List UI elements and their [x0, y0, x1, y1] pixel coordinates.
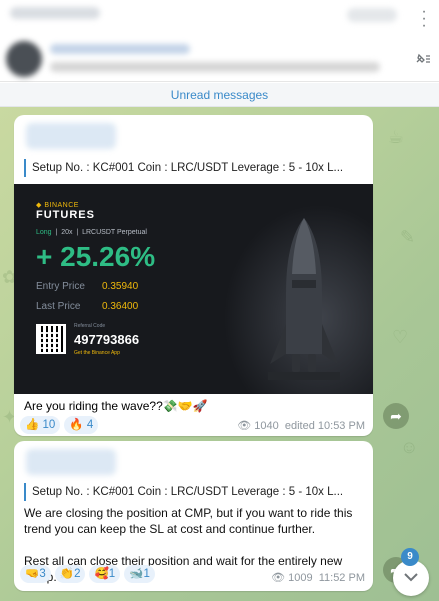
message-bubble[interactable]: Setup No. : KC#001 Coin : LRC/USDT Lever… — [14, 115, 373, 436]
pnl-card-image[interactable]: ◆ BINANCE FUTURES Long | 20x | LRCUSDT P… — [14, 184, 373, 394]
reply-quote[interactable]: Setup No. : KC#001 Coin : LRC/USDT Lever… — [24, 483, 362, 501]
sender-name-blurred[interactable] — [26, 449, 116, 475]
pinned-title-blurred — [50, 44, 190, 54]
views-eye-icon: 👁 — [271, 572, 286, 584]
chat-title-blurred[interactable] — [10, 7, 100, 19]
reactions-row: 👍 10 🔥 4 — [20, 416, 99, 434]
qr-code-icon — [36, 324, 66, 354]
reaction-love[interactable]: 🥰1 — [89, 565, 121, 583]
chevron-down-icon — [404, 573, 418, 582]
sender-name-blurred[interactable] — [26, 123, 116, 149]
referral-code: 497793866 — [74, 332, 140, 347]
last-price-label: Last Price — [36, 301, 81, 312]
pin-list-icon[interactable] — [415, 52, 431, 69]
referral-label: Referral Code — [74, 323, 106, 329]
reaction-clap[interactable]: 👏2 — [54, 565, 86, 583]
get-app-text: Get the Binance App — [74, 350, 120, 356]
edited-time: edited 10:53 PM — [284, 420, 365, 432]
pinned-text-blurred — [50, 62, 380, 72]
rocket-illustration — [268, 218, 340, 380]
unread-count-badge: 9 — [401, 548, 419, 566]
more-vertical-icon[interactable]: · · · — [419, 4, 429, 34]
message-caption: Are you riding the wave??💸🤝🚀 — [24, 399, 208, 413]
reaction-fist[interactable]: 🤜3 — [20, 565, 51, 583]
forward-icon[interactable]: ➦ — [383, 403, 409, 429]
header-actions-blurred[interactable] — [347, 8, 397, 22]
chat-area: ☕ ✎ ♡ ☺ ✿ ✦ Setup No. : KC#001 Coin : LR… — [0, 107, 439, 601]
message-time: 11:52 PM — [318, 572, 365, 584]
entry-price-label: Entry Price — [36, 281, 85, 292]
pinned-message-bar[interactable] — [0, 36, 439, 82]
view-count: 1040 — [254, 420, 279, 432]
binance-logo-text: ◆ BINANCE — [36, 202, 79, 209]
unread-messages-divider: Unread messages — [0, 83, 439, 107]
reply-quote[interactable]: Setup No. : KC#001 Coin : LRC/USDT Lever… — [24, 159, 362, 177]
reaction-thumbs-up[interactable]: 👍 10 — [20, 416, 61, 434]
message-bubble[interactable]: Setup No. : KC#001 Coin : LRC/USDT Lever… — [14, 441, 373, 591]
pinned-thumbnail — [6, 41, 42, 77]
reaction-fire[interactable]: 🔥 4 — [64, 416, 99, 434]
reactions-row: 🤜3 👏2 🥰1 🐋1 — [20, 565, 155, 583]
entry-price-value: 0.35940 — [102, 281, 139, 292]
message-meta: 👁 1009 11:52 PM — [271, 571, 365, 584]
position-info: Long | 20x | LRCUSDT Perpetual — [36, 229, 147, 236]
pnl-percentage: + 25.26% — [36, 241, 156, 272]
message-meta: 👁 1040 edited 10:53 PM — [237, 419, 365, 432]
message-text: We are closing the position at CMP, but … — [24, 506, 353, 584]
view-count: 1009 — [288, 572, 313, 584]
chat-header: · · · — [0, 0, 439, 36]
views-eye-icon: 👁 — [237, 420, 252, 432]
last-price-value: 0.36400 — [102, 301, 139, 312]
reaction-whale[interactable]: 🐋1 — [124, 565, 155, 583]
futures-title: FUTURES — [36, 209, 95, 221]
